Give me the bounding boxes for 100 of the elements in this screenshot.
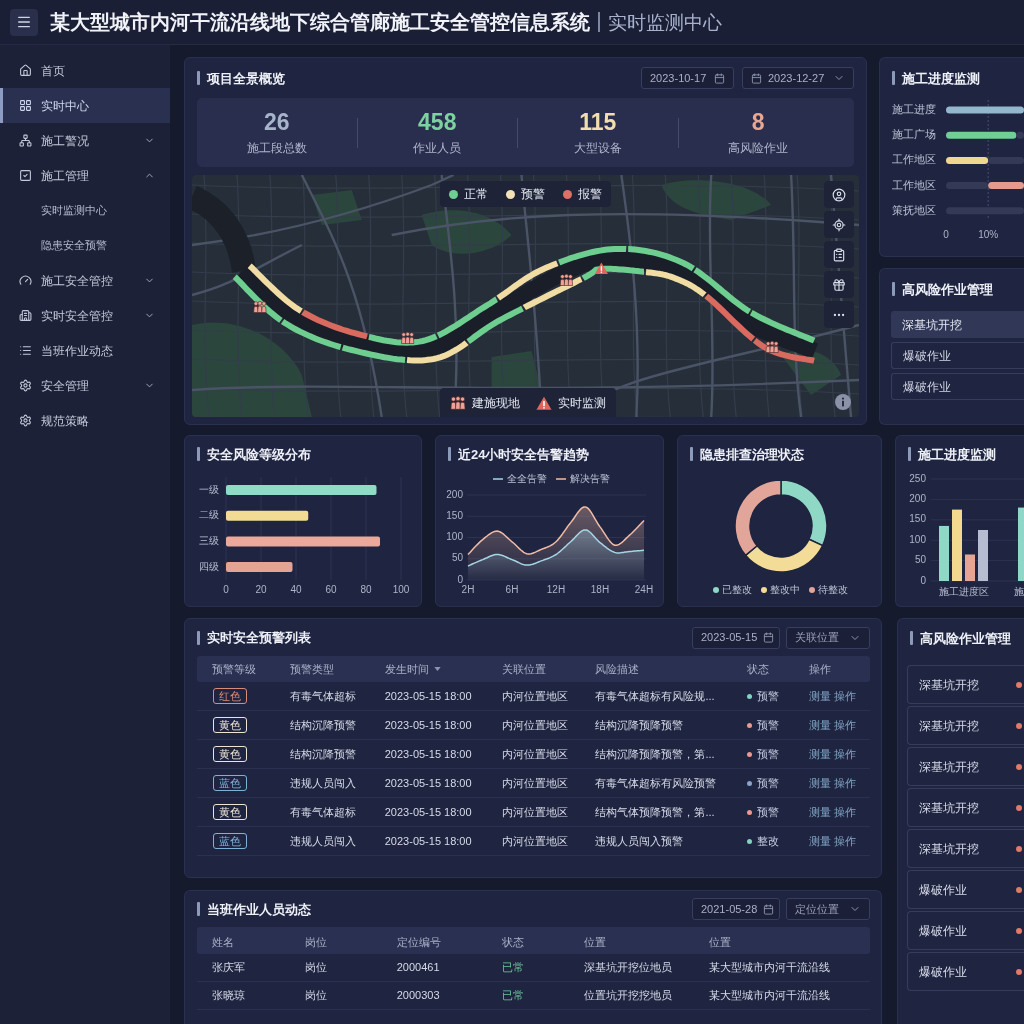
status-text: 整改 [757, 833, 780, 849]
legend-label: 报警 [578, 186, 602, 203]
legend-label: 全全告警 [507, 472, 547, 484]
column-header: 位置 [584, 935, 607, 948]
axis-label: 200 [446, 488, 463, 500]
axis-label: 20 [255, 583, 267, 595]
column-header: 操作 [809, 661, 832, 677]
category-label: 策抚地区 [892, 203, 936, 216]
stat-label: 大型设备 [573, 142, 622, 154]
panel-title: 项目全景概览 [207, 71, 285, 85]
axis-label: 10% [978, 228, 999, 240]
table-cell: 内河位置地区 [501, 747, 568, 760]
axis-label: 150 [446, 509, 463, 521]
column-header: 关联位置 [501, 661, 546, 677]
column-header: 状态 [747, 661, 770, 677]
table-cell: 有毒气体超标 [289, 805, 356, 818]
legend-label: 待整改 [818, 583, 848, 595]
page-subtitle: 实时监测中心 [607, 12, 722, 32]
axis-label: 150 [909, 513, 926, 525]
category-label: 施 [1014, 585, 1024, 597]
axis-label: 200 [909, 493, 926, 505]
table-cell: 结构沉降预警 [289, 747, 356, 760]
table-cell: 2023-05-15 18:00 [384, 718, 472, 731]
table-cell: 岗位 [304, 961, 327, 974]
panel-title: 施工进度监测 [902, 71, 980, 85]
axis-label: 50 [451, 552, 463, 564]
category-label: 三级 [199, 535, 219, 547]
table-cell: 2023-05-15 18:00 [384, 689, 472, 702]
table-cell: 结构沉降预降预警 [595, 718, 684, 731]
table-cell: 2023-05-15 18:00 [384, 747, 472, 760]
column-header: 位置 [709, 935, 732, 948]
status-text: 预警 [757, 804, 780, 820]
table-cell: 2023-05-15 18:00 [384, 805, 472, 818]
alert-level-tag: 黄色 [213, 803, 247, 820]
panel-title: 高风险作业管理 [920, 631, 1011, 645]
status-text: 预警 [757, 775, 780, 791]
table-cell: 张晓琼 [212, 989, 245, 1002]
table-cell: 内河位置地区 [501, 689, 568, 702]
table-cell: 2023-05-15 18:00 [384, 834, 472, 847]
axis-label: 40 [290, 583, 302, 595]
axis-label: 80 [360, 583, 372, 595]
axis-label: 100 [392, 583, 410, 595]
panel-title: 当班作业人员动态 [207, 902, 311, 916]
legend-label: 建施现地 [472, 394, 520, 412]
alert-level-tag: 蓝色 [213, 832, 247, 849]
axis-label: 60 [325, 583, 337, 595]
panel-title: 安全风险等级分布 [207, 447, 311, 461]
category-label: 工作地区 [892, 178, 936, 191]
category-label: 四级 [199, 560, 219, 572]
axis-label: 0 [943, 228, 949, 240]
status-text: 已常 [501, 961, 524, 974]
stat-value: 115 [579, 111, 617, 134]
axis-label: 6H [505, 583, 519, 595]
table-cell: 违规人员闯入 [289, 776, 356, 789]
legend-label: 正常 [464, 186, 488, 203]
status-text: 预警 [757, 746, 780, 762]
alert-level-tag: 蓝色 [213, 774, 247, 791]
alert-level-tag: 红色 [213, 687, 247, 704]
table-cell: 张庆军 [212, 961, 245, 974]
table-cell: 内河位置地区 [501, 805, 568, 818]
table-cell: 有毒气体超标有风险规... [595, 689, 715, 702]
table-cell: 结构沉降预降预警，第... [595, 747, 715, 760]
table-cell: 违规人员闯入 [289, 834, 356, 847]
axis-label: 250 [909, 472, 926, 484]
stat-value: 458 [418, 111, 457, 134]
category-label: 施工进度区 [938, 585, 989, 597]
table-cell: 结构气体预降预警，第... [595, 805, 715, 818]
table-cell: 有毒气体超标 [289, 689, 356, 702]
status-text: 预警 [757, 717, 780, 733]
panel-title: 隐患排查治理状态 [700, 447, 804, 461]
stat-label: 施工段总数 [246, 142, 307, 154]
axis-label: 100 [446, 531, 463, 543]
legend-label: 已整改 [722, 583, 752, 595]
app-title: 某大型城市内河干流沿线地下综合管廊施工安全管控信息系统 [50, 12, 590, 32]
axis-label: 0 [457, 573, 463, 585]
legend-label: 解决告警 [570, 472, 610, 484]
column-header: 姓名 [212, 935, 234, 948]
category-label: 二级 [199, 509, 219, 521]
category-label: 施工进度 [892, 102, 936, 115]
axis-label: 0 [920, 574, 926, 586]
column-header: 状态 [501, 935, 524, 948]
axis-label: 24H [634, 583, 654, 595]
category-label: 施工广场 [892, 128, 936, 141]
stat-value: 26 [263, 111, 290, 134]
category-label: 一级 [199, 483, 219, 495]
table-cell: 2023-05-15 18:00 [384, 776, 472, 789]
axis-label: 0 [223, 583, 229, 595]
axis-label: 12H [546, 583, 566, 595]
table-cell: 岗位 [304, 989, 327, 1002]
legend-label: 预警 [521, 186, 545, 203]
stat-label: 作业人员 [413, 142, 462, 154]
axis-label: 100 [909, 533, 926, 545]
panel-title: 近24小时安全告警趋势 [458, 447, 590, 461]
column-header: 定位编号 [396, 935, 441, 948]
legend-label: 整改中 [770, 583, 800, 595]
column-header: 岗位 [304, 935, 327, 948]
table-cell: 某大型城市内河干流沿线 [709, 989, 831, 1002]
axis-label: 18H [590, 583, 610, 595]
table-cell: 某大型城市内河干流沿线 [709, 961, 831, 974]
stat-value: 8 [751, 111, 765, 134]
